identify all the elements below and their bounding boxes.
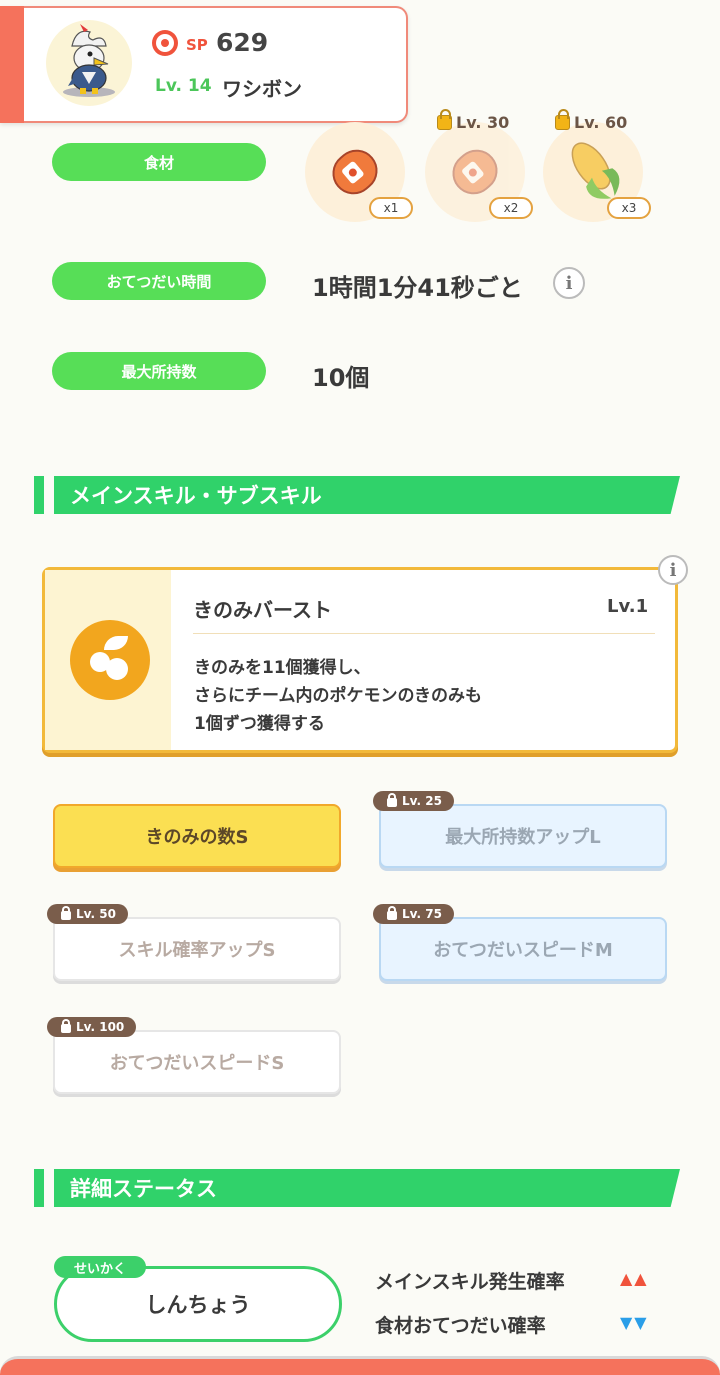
pokemon-name: ワシボン [222,77,302,101]
ingredient-lock-level-3: Lv. 60 [574,113,628,132]
lock-icon [387,906,397,920]
ingredients-label: 食材 [52,143,266,181]
max-carry-label: 最大所持数 [52,352,266,390]
sub-skill-5[interactable]: おてつだいスピードS [53,1030,341,1094]
ingredient-lock-3: Lv. 60 [555,109,628,132]
header-accent-stripe [0,6,24,123]
divider [193,633,655,634]
lock-icon [387,793,397,807]
main-skill-level: Lv.1 [607,596,649,617]
nature-tag: せいかく [54,1256,147,1278]
main-skill-desc-line-2: さらにチーム内のポケモンのきのみも [194,686,482,706]
max-carry-value: 10個 [312,364,370,392]
sub-skill-lock-level-3: Lv. 50 [76,907,116,921]
detail-section-title: 詳細ステータス [54,1169,680,1207]
main-skill-name: きのみバースト [193,598,332,622]
up-arrows-icon: ▲▲ [620,1269,649,1288]
sub-skill-3[interactable]: スキル確率アップS [53,917,341,981]
nature-stat-up-label: メインスキル発生確率 [375,1271,565,1293]
sp-value: 629 [216,28,269,57]
info-icon[interactable]: i [658,555,688,585]
pokemon-level: Lv. 14 [155,76,212,96]
lock-icon [61,906,71,920]
lock-icon [61,1019,71,1033]
sub-skill-2[interactable]: 最大所持数アップL [379,804,667,868]
sub-skill-lock-2: Lv. 25 [373,791,454,811]
skill-section-title: メインスキル・サブスキル [54,476,680,514]
section-accent-bar [34,476,44,514]
section-accent-bar [34,1169,44,1207]
nature-stat-down-label: 食材おてつだい確率 [375,1315,546,1337]
lock-icon [555,109,570,130]
info-icon[interactable]: i [553,267,585,299]
sub-skill-lock-3: Lv. 50 [47,904,128,924]
sub-skill-lock-level-5: Lv. 100 [76,1020,125,1034]
pokemon-avatar[interactable] [46,20,132,106]
down-arrows-icon: ▼▼ [620,1313,649,1332]
ingredient-lock-level-2: Lv. 30 [456,113,510,132]
main-skill-desc-line-1: きのみを11個獲得し、 [194,658,371,678]
help-time-value: 1時間1分41秒ごと [312,274,523,302]
sub-skill-lock-4: Lv. 75 [373,904,454,924]
lock-icon [437,109,452,130]
berry-burst-icon [70,620,150,700]
ingredient-count-3: x3 [607,197,651,219]
help-time-label: おてつだい時間 [52,262,266,300]
sub-skill-1[interactable]: きのみの数S [53,804,341,868]
sub-skill-lock-5: Lv. 100 [47,1017,137,1037]
ingredient-lock-2: Lv. 30 [437,109,510,132]
sp-label: SP [186,36,208,54]
ingredient-count-2: x2 [489,197,533,219]
sp-pokeball-icon [152,30,178,56]
bottom-action-bar[interactable] [0,1356,720,1375]
sub-skill-4[interactable]: おてつだいスピードM [379,917,667,981]
sub-skill-lock-level-2: Lv. 25 [402,794,442,808]
main-skill-desc-line-3: 1個ずつ獲得する [194,714,325,734]
sub-skill-lock-level-4: Lv. 75 [402,907,442,921]
ingredient-count-1: x1 [369,197,413,219]
